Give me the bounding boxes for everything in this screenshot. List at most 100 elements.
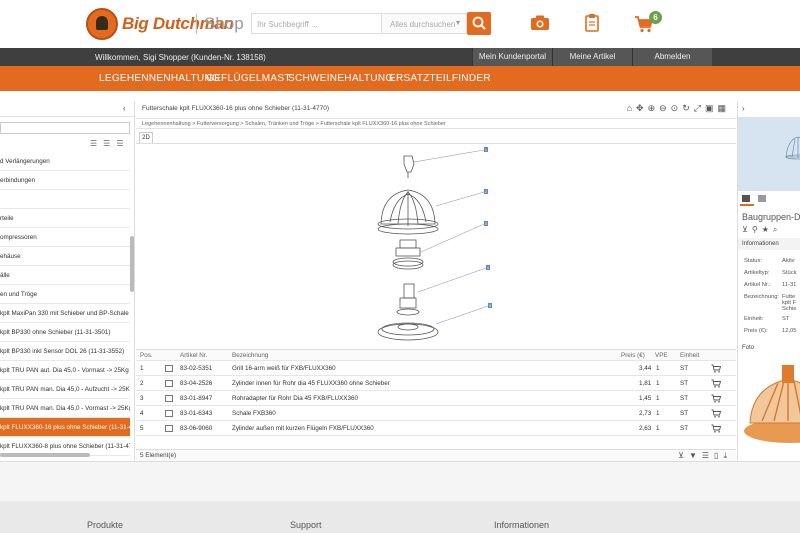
tree-item[interactable]: kplt MaxiPan 330 mit Schieber und BP-Sch… [0, 304, 130, 323]
download-icon[interactable]: ⤓ [723, 451, 732, 460]
add-to-cart-icon[interactable] [711, 379, 721, 388]
tree-item[interactable]: ehäuse [0, 247, 130, 266]
search-scope-select[interactable]: Alles durchsuchen ▾ [381, 13, 467, 34]
table-row[interactable]: 1 83-02-5351 Grill 16-arm weiß für FXB/F… [136, 361, 736, 376]
location-icon[interactable]: ⚲ [752, 225, 762, 234]
search-input[interactable]: Ihr Suchbegriff ... [251, 13, 381, 34]
image-icon[interactable] [165, 425, 173, 432]
exploded-drawing[interactable]: 1 2 3 4 5 [136, 143, 736, 349]
camera-icon[interactable] [530, 14, 550, 32]
assembly-preview-image[interactable] [738, 117, 800, 191]
clipboard-icon[interactable] [584, 13, 600, 33]
image-icon[interactable] [165, 410, 173, 417]
horizontal-scrollbar[interactable] [0, 453, 90, 457]
collapse-all-icon[interactable]: ☰ [90, 139, 103, 148]
callout-2: 2 [485, 190, 487, 194]
table-row[interactable]: 5 83-06-9060 Zylinder außen mit kurzen F… [136, 421, 736, 436]
product-photo[interactable] [738, 359, 800, 449]
row-description: Zylinder innen für Rohr dia 45 FLUXX360 … [232, 380, 390, 387]
zoom-out-icon[interactable]: ⊖ [659, 103, 671, 113]
assembly-viewer: Futterschale kplt FLUXX360-16 plus ohne … [136, 101, 736, 461]
callout-3: 3 [485, 222, 487, 226]
add-to-cart-icon[interactable] [711, 409, 721, 418]
cart-count-badge: 6 [649, 11, 662, 24]
row-article-nr: 83-02-5351 [180, 365, 213, 372]
expand-all-icon[interactable]: ☰ [103, 139, 116, 148]
footer-products[interactable]: Produkte [87, 520, 123, 530]
row-pos: 5 [140, 425, 144, 432]
viewer-toolbar: ⌂✥⊕⊖⊙↻⤢▣▦ [627, 103, 730, 114]
footer-information[interactable]: Informationen [494, 520, 549, 530]
cart-icon[interactable]: ⊻ [742, 225, 752, 234]
info-section-header[interactable]: Informationen [738, 238, 800, 250]
add-to-cart-icon[interactable] [711, 394, 721, 403]
tree-item[interactable]: ompressoren [0, 228, 130, 247]
grid-icon[interactable]: ▦ [717, 103, 730, 113]
image-icon[interactable] [165, 365, 173, 372]
cart-icon[interactable]: ⊻ [678, 451, 689, 460]
row-article-nr: 83-01-6343 [180, 410, 213, 417]
zoom-in-icon[interactable]: ⊕ [648, 103, 660, 113]
callout-4: 4 [487, 266, 489, 270]
vertical-scrollbar[interactable] [130, 236, 134, 292]
filter-icon[interactable]: ▼ [689, 451, 702, 460]
breadcrumb[interactable]: Legehennenhaltung > Futterversorgung > S… [136, 118, 736, 129]
tree-item[interactable]: kplt BP330 inkl Sensor DOL 26 (11-31-355… [0, 342, 130, 361]
table-row[interactable]: 4 83-01-6343 Schale FXB360 2,73 1 ST [136, 406, 736, 421]
move-icon[interactable]: ✥ [636, 103, 648, 113]
add-to-cart-icon[interactable] [711, 424, 721, 433]
tree-item[interactable]: d Verlängerungen [0, 152, 130, 171]
prop-key: Status: [744, 258, 763, 264]
add-to-cart-icon[interactable] [711, 364, 721, 373]
search-icon[interactable]: ⌕ [773, 225, 781, 234]
star-icon[interactable]: ★ [762, 225, 773, 234]
site-footer: Produkte Support Informationen [0, 501, 800, 533]
home-icon[interactable]: ⌂ [627, 103, 636, 113]
row-price: 2,63 [639, 425, 652, 432]
table-row[interactable]: 2 83-04-2526 Zylinder innen für Rohr dia… [136, 376, 736, 391]
divider [196, 14, 197, 34]
tree-item[interactable]: en und Tröge [0, 285, 130, 304]
list-icon[interactable]: ☰ [702, 451, 714, 460]
table-row[interactable]: 3 83-01-8947 Rohradapter für Rohr Dia 45… [136, 391, 736, 406]
tree-panel: ‹ ☰☰☰ d Verlängerungen erbindungen rteil… [0, 101, 135, 461]
row-price: 1,45 [639, 395, 652, 402]
image-icon[interactable] [165, 395, 173, 402]
tree-item[interactable] [0, 190, 130, 209]
zoom-fit-icon[interactable]: ⊙ [671, 103, 683, 113]
nav-item-legehennenhaltung[interactable]: LEGEHENNENHALTUNG [99, 73, 220, 84]
footer-support[interactable]: Support [290, 520, 322, 530]
image-icon[interactable]: ▣ [705, 103, 718, 113]
tree-item[interactable]: kplt BP330 ohne Schieber (11-31-3501) [0, 323, 130, 342]
row-article-nr: 83-01-8947 [180, 395, 213, 402]
collapse-right-icon[interactable]: › [742, 104, 745, 113]
fullscreen-icon[interactable]: ⤢ [694, 103, 705, 113]
assembly-tab-icon[interactable] [742, 195, 750, 202]
row-description: Zylinder außen mit kurzen Flügeln FXB/FL… [232, 425, 374, 432]
my-articles-button[interactable]: Meine Artikel [552, 48, 632, 66]
detail-title: Baugruppen-D [742, 212, 800, 222]
collapse-left-icon[interactable]: ‹ [123, 104, 126, 113]
tree-item[interactable]: kplt TRU PAN man. Dia 45,0 - Vormast -> … [0, 399, 130, 418]
logout-button[interactable]: Abmelden [632, 48, 712, 66]
photo-section-header[interactable]: Foto [738, 342, 800, 354]
tree-item[interactable]: kplt TRU PAN man. Dia 45,0 - Aufzucht ->… [0, 380, 130, 399]
comment-tab-icon[interactable] [758, 195, 766, 202]
nav-item-schweinehaltung[interactable]: SCHWEINEHALTUNG [288, 73, 393, 84]
tree-item-selected[interactable]: kplt FLUXX360-16 plus ohne Schieber (11-… [0, 418, 130, 437]
rotate-icon[interactable]: ↻ [682, 103, 694, 113]
image-icon[interactable] [165, 380, 173, 387]
row-pos: 1 [140, 365, 144, 372]
brand-logo[interactable] [86, 8, 118, 40]
nav-item-gefluegelmast[interactable]: GEFLÜGELMAST [206, 73, 291, 84]
tree-filter-input[interactable] [0, 122, 130, 134]
tree-item[interactable]: erbindungen [0, 171, 130, 190]
tree-item[interactable]: älle [0, 266, 130, 285]
nav-item-ersatzteilfinder[interactable]: ERSATZTEILFINDER [389, 73, 491, 84]
list-view-icon[interactable]: ☰ [116, 139, 129, 148]
tree-item[interactable]: rteile [0, 209, 130, 228]
search-button[interactable] [467, 12, 491, 35]
tab-2d[interactable]: 2D [139, 132, 153, 143]
customer-portal-button[interactable]: Mein Kundenportal [472, 48, 552, 66]
tree-item[interactable]: kplt TRU PAN aut. Dia 45,0 - Vormast -> … [0, 361, 130, 380]
